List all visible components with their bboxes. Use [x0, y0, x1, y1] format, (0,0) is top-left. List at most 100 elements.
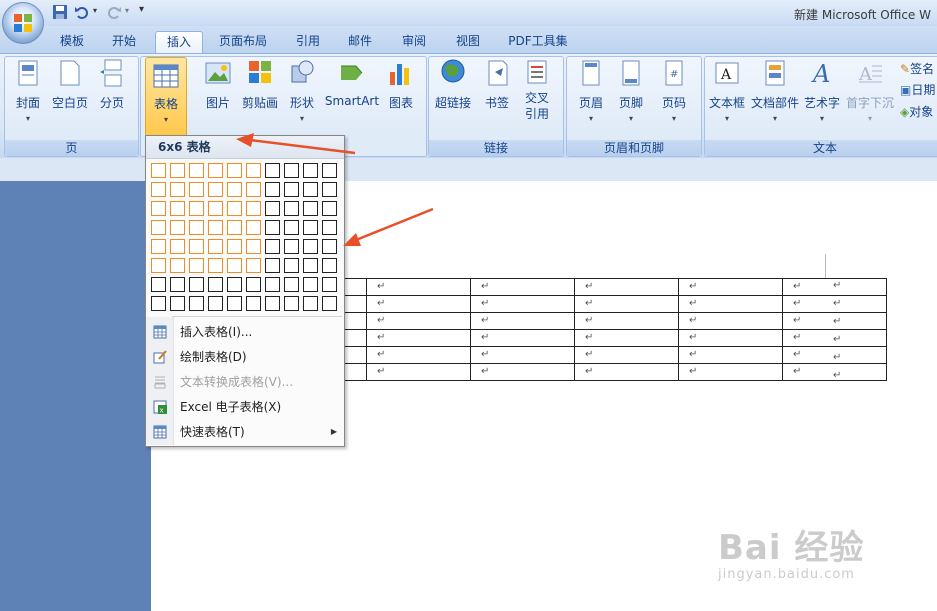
grid-cell[interactable] [189, 258, 204, 273]
grid-cell[interactable] [303, 182, 318, 197]
table-cell[interactable]: ↵ [678, 329, 783, 347]
tab-view[interactable]: 视图 [446, 31, 490, 53]
table-cell[interactable]: ↵ [366, 346, 471, 364]
textbox-button[interactable]: A 文本框 ▾ [708, 58, 746, 123]
grid-cell[interactable] [303, 258, 318, 273]
grid-cell[interactable] [265, 182, 280, 197]
grid-cell[interactable] [322, 277, 337, 292]
quick-tables-item[interactable]: 快速表格(T) ▶ [147, 420, 343, 444]
grid-cell[interactable] [208, 220, 223, 235]
grid-cell[interactable] [189, 201, 204, 216]
redo-icon[interactable] [106, 4, 122, 20]
grid-cell[interactable] [208, 201, 223, 216]
table-cell[interactable]: ↵ [470, 346, 575, 364]
tab-review[interactable]: 审阅 [392, 31, 436, 53]
table-cell[interactable]: ↵ [574, 278, 679, 296]
grid-cell[interactable] [151, 220, 166, 235]
grid-cell[interactable] [246, 239, 261, 254]
grid-cell[interactable] [284, 296, 299, 311]
grid-cell[interactable] [208, 296, 223, 311]
grid-cell[interactable] [284, 239, 299, 254]
table-cell[interactable]: ↵ [574, 295, 679, 313]
grid-cell[interactable] [265, 220, 280, 235]
cover-button[interactable]: 封面 ▾ [10, 58, 46, 123]
grid-cell[interactable] [265, 296, 280, 311]
wordart-button[interactable]: A 艺术字 ▾ [804, 58, 840, 123]
grid-cell[interactable] [151, 296, 166, 311]
grid-cell[interactable] [151, 239, 166, 254]
grid-cell[interactable] [284, 258, 299, 273]
undo-dropdown-icon[interactable]: ▾ [93, 6, 97, 15]
grid-cell[interactable] [265, 201, 280, 216]
table-cell[interactable]: ↵ [574, 363, 679, 381]
page-number-button[interactable]: # 页码 ▾ [656, 58, 692, 123]
grid-cell[interactable] [170, 201, 185, 216]
table-button[interactable]: 表格 ▾ [145, 57, 187, 137]
grid-cell[interactable] [284, 182, 299, 197]
tab-home[interactable]: 开始 [102, 31, 146, 53]
bookmark-button[interactable]: 书签 [480, 58, 514, 111]
grid-cell[interactable] [246, 277, 261, 292]
grid-cell[interactable] [151, 201, 166, 216]
table-cell[interactable]: ↵ [366, 329, 471, 347]
grid-cell[interactable] [322, 201, 337, 216]
grid-cell[interactable] [151, 277, 166, 292]
grid-cell[interactable] [284, 163, 299, 178]
table-cell[interactable]: ↵ [678, 346, 783, 364]
smartart-button[interactable]: SmartArt [324, 58, 380, 108]
tab-page-layout[interactable]: 页面布局 [210, 31, 276, 53]
tab-template[interactable]: 模板 [48, 31, 96, 53]
grid-cell[interactable] [208, 182, 223, 197]
date-time-button[interactable]: ▣日期 [900, 81, 935, 98]
grid-cell[interactable] [227, 182, 242, 197]
table-cell[interactable]: ↵ [678, 278, 783, 296]
table-cell[interactable]: ↵ [366, 278, 471, 296]
chart-button[interactable]: 图表 [384, 58, 418, 111]
table-cell[interactable]: ↵ [574, 312, 679, 330]
grid-cell[interactable] [189, 163, 204, 178]
grid-cell[interactable] [303, 220, 318, 235]
grid-cell[interactable] [303, 163, 318, 178]
tab-pdf-tools[interactable]: PDF工具集 [500, 31, 576, 53]
table-cell[interactable]: ↵ [366, 363, 471, 381]
grid-cell[interactable] [246, 220, 261, 235]
document-table[interactable]: ↵↵↵↵↵↵↵↵↵↵↵↵↵↵↵↵↵↵↵↵↵↵↵↵↵↵↵↵↵↵↵↵↵↵↵↵ [262, 278, 887, 381]
grid-cell[interactable] [265, 258, 280, 273]
table-cell[interactable]: ↵ [678, 295, 783, 313]
table-cell[interactable]: ↵ [366, 295, 471, 313]
grid-cell[interactable] [227, 277, 242, 292]
quick-parts-button[interactable]: 文档部件 ▾ [750, 58, 800, 123]
clipart-button[interactable]: 剪贴画 [240, 58, 280, 111]
grid-cell[interactable] [170, 182, 185, 197]
picture-button[interactable]: 图片 [200, 58, 236, 111]
signature-line-button[interactable]: ✎签名 [900, 60, 934, 77]
undo-icon[interactable] [74, 4, 90, 20]
footer-button[interactable]: 页脚 ▾ [614, 58, 648, 123]
object-button[interactable]: ◈对象 [900, 103, 933, 120]
grid-cell[interactable] [246, 296, 261, 311]
grid-cell[interactable] [189, 220, 204, 235]
grid-cell[interactable] [170, 277, 185, 292]
grid-cell[interactable] [208, 277, 223, 292]
grid-cell[interactable] [322, 296, 337, 311]
grid-cell[interactable] [322, 182, 337, 197]
grid-cell[interactable] [303, 277, 318, 292]
grid-cell[interactable] [265, 277, 280, 292]
grid-cell[interactable] [265, 163, 280, 178]
grid-cell[interactable] [303, 239, 318, 254]
table-cell[interactable]: ↵ [574, 346, 679, 364]
table-cell[interactable]: ↵ [678, 312, 783, 330]
grid-cell[interactable] [227, 296, 242, 311]
excel-spreadsheet-item[interactable]: x Excel 电子表格(X) [147, 395, 343, 419]
convert-text-to-table-item[interactable]: 文本转换成表格(V)... [147, 370, 343, 394]
grid-cell[interactable] [189, 182, 204, 197]
grid-cell[interactable] [227, 201, 242, 216]
table-cell[interactable]: ↵ [678, 363, 783, 381]
grid-cell[interactable] [284, 201, 299, 216]
grid-cell[interactable] [246, 258, 261, 273]
grid-cell[interactable] [284, 220, 299, 235]
grid-cell[interactable] [151, 182, 166, 197]
tab-mailings[interactable]: 邮件 [338, 31, 382, 53]
grid-cell[interactable] [322, 239, 337, 254]
grid-cell[interactable] [322, 220, 337, 235]
